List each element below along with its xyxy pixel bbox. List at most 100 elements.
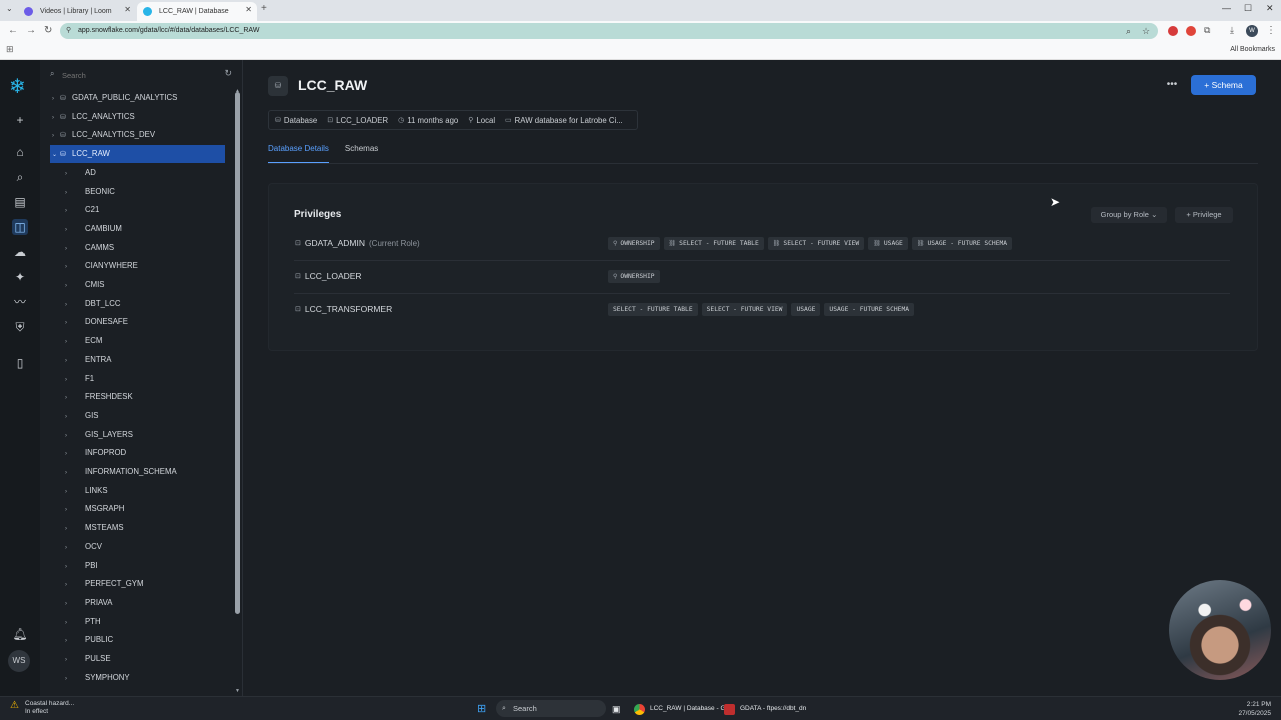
add-icon[interactable]: +: [12, 112, 28, 128]
site-info-icon[interactable]: ⚲: [66, 23, 71, 39]
forward-icon[interactable]: →: [26, 25, 36, 36]
apps-grid-icon[interactable]: ⊞: [6, 44, 14, 55]
tree-database-item[interactable]: ⌄ ⛁ LCC_RAW: [50, 145, 225, 164]
ai-icon[interactable]: ✦: [12, 269, 28, 285]
tab-schemas[interactable]: Schemas: [345, 142, 378, 164]
sidebar-toggle-icon[interactable]: ▯: [12, 355, 28, 371]
explorer-scrollbar[interactable]: [235, 92, 240, 614]
close-window-icon[interactable]: ✕: [1266, 3, 1274, 14]
monitoring-icon[interactable]: 〰: [12, 294, 28, 310]
chevron-right-icon[interactable]: ›: [65, 389, 73, 407]
extension-icon[interactable]: [1186, 26, 1196, 36]
scroll-down-arrow[interactable]: ▼: [235, 688, 240, 694]
chevron-right-icon[interactable]: ›: [65, 464, 73, 482]
role-name[interactable]: ⊡ LCC_TRANSFORMER: [295, 304, 396, 314]
cloud-icon[interactable]: ☁: [12, 244, 28, 260]
tree-schema-item[interactable]: › OCV: [65, 538, 102, 556]
search-icon[interactable]: ⌕: [12, 169, 28, 185]
taskbar-chrome-app[interactable]: LCC_RAW | Database - G: [634, 701, 726, 717]
tree-schema-item[interactable]: › DBT_LCC: [65, 295, 121, 313]
task-view-icon[interactable]: ▣: [612, 701, 621, 717]
taskbar-search[interactable]: ⌕ Search: [496, 700, 606, 717]
chevron-right-icon[interactable]: ›: [65, 539, 73, 557]
tree-schema-item[interactable]: › DONESAFE: [65, 313, 128, 331]
all-bookmarks-link[interactable]: All Bookmarks: [1230, 46, 1275, 53]
refresh-icon[interactable]: ↻: [224, 68, 232, 79]
tree-database-item[interactable]: › ⛁ LCC_ANALYTICS: [50, 108, 225, 126]
tree-schema-item[interactable]: › PULSE: [65, 650, 111, 668]
profile-avatar[interactable]: W: [1246, 25, 1258, 37]
new-tab-icon[interactable]: +: [261, 3, 267, 14]
tree-schema-item[interactable]: › INFOPROD: [65, 444, 126, 462]
chevron-right-icon[interactable]: ›: [65, 445, 73, 463]
chevron-right-icon[interactable]: ›: [52, 90, 60, 108]
chevron-right-icon[interactable]: ›: [52, 109, 60, 127]
chevron-right-icon[interactable]: ›: [65, 670, 73, 688]
explorer-search-input[interactable]: [62, 69, 212, 81]
windows-start-icon[interactable]: ⊞: [477, 702, 486, 715]
data-icon[interactable]: ◫: [12, 219, 28, 235]
chevron-right-icon[interactable]: ›: [65, 576, 73, 594]
tree-schema-item[interactable]: › PUBLIC: [65, 631, 113, 649]
tree-database-item[interactable]: › ⛁ LCC_ANALYTICS_DEV: [50, 126, 225, 144]
tree-schema-item[interactable]: › PERFECT_GYM: [65, 575, 143, 593]
chevron-right-icon[interactable]: ›: [65, 258, 73, 276]
browser-menu-icon[interactable]: ⋮: [1266, 25, 1276, 36]
admin-icon[interactable]: ⛨: [12, 319, 28, 335]
taskbar-clock[interactable]: 2:21 PM 27/05/2025: [1238, 700, 1271, 718]
tree-schema-item[interactable]: › SYMPHONY: [65, 669, 130, 687]
chevron-right-icon[interactable]: ›: [65, 483, 73, 501]
tree-schema-item[interactable]: › PRIAVA: [65, 594, 112, 612]
chevron-right-icon[interactable]: ›: [65, 427, 73, 445]
extension-icon[interactable]: [1168, 26, 1178, 36]
user-avatar[interactable]: WS: [8, 650, 30, 672]
tree-schema-item[interactable]: › CMIS: [65, 276, 105, 294]
zoom-icon[interactable]: ⌕: [1126, 23, 1131, 39]
chevron-right-icon[interactable]: ›: [65, 221, 73, 239]
chevron-right-icon[interactable]: ›: [65, 558, 73, 576]
chevron-right-icon[interactable]: ›: [65, 352, 73, 370]
tree-schema-item[interactable]: › FRESHDESK: [65, 388, 133, 406]
chevron-right-icon[interactable]: ›: [52, 127, 60, 145]
tree-schema-item[interactable]: › C21: [65, 201, 99, 219]
tree-schema-item[interactable]: › ECM: [65, 332, 102, 350]
chevron-right-icon[interactable]: ›: [65, 520, 73, 538]
snowflake-logo-icon[interactable]: ❄: [9, 74, 26, 99]
chevron-right-icon[interactable]: ›: [65, 371, 73, 389]
tree-schema-item[interactable]: › MSTEAMS: [65, 519, 124, 537]
url-field[interactable]: ⚲ app.snowflake.com/gdata/lcc/#/data/dat…: [60, 23, 1158, 39]
tree-database-item[interactable]: › ⛁ GDATA_PUBLIC_ANALYTICS: [50, 89, 225, 107]
chevron-right-icon[interactable]: ›: [65, 184, 73, 202]
taskbar-filezilla-app[interactable]: GDATA - ftpes://dbt_dn: [724, 701, 806, 717]
add-privilege-button[interactable]: + Privilege: [1175, 207, 1233, 223]
tree-schema-item[interactable]: › LINKS: [65, 482, 108, 500]
close-tab-icon[interactable]: ✕: [245, 5, 252, 14]
tree-schema-item[interactable]: › BEONIC: [65, 183, 115, 201]
role-name[interactable]: ⊡ LCC_LOADER: [295, 271, 366, 281]
chevron-right-icon[interactable]: ›: [65, 240, 73, 258]
chevron-down-icon[interactable]: ⌄: [52, 146, 60, 164]
chevron-right-icon[interactable]: ›: [65, 333, 73, 351]
chevron-right-icon[interactable]: ›: [65, 614, 73, 632]
tree-schema-item[interactable]: › PTH: [65, 613, 101, 631]
reload-icon[interactable]: ↻: [44, 25, 52, 36]
chevron-right-icon[interactable]: ›: [65, 202, 73, 220]
tree-schema-item[interactable]: › AD: [65, 164, 96, 182]
browser-tab-loom[interactable]: Videos | Library | Loom ✕: [18, 2, 136, 21]
tree-schema-item[interactable]: › PBI: [65, 557, 98, 575]
role-name[interactable]: ⊡ GDATA_ADMIN (Current Role): [295, 238, 420, 248]
home-icon[interactable]: ⌂: [12, 144, 28, 160]
tree-schema-item[interactable]: › ENTRA: [65, 351, 111, 369]
chevron-right-icon[interactable]: ›: [65, 595, 73, 613]
chevron-right-icon[interactable]: ›: [65, 501, 73, 519]
tab-database-details[interactable]: Database Details: [268, 142, 329, 164]
bookmark-star-icon[interactable]: ☆: [1142, 23, 1150, 39]
tree-schema-item[interactable]: › INFORMATION_SCHEMA: [65, 463, 177, 481]
chevron-right-icon[interactable]: ›: [65, 277, 73, 295]
tree-schema-item[interactable]: › GIS: [65, 407, 98, 425]
worksheets-icon[interactable]: ▤: [12, 194, 28, 210]
bell-icon[interactable]: 🔔︎: [12, 626, 28, 642]
chevron-right-icon[interactable]: ›: [65, 314, 73, 332]
maximize-icon[interactable]: ☐: [1244, 3, 1252, 14]
add-schema-button[interactable]: + Schema: [1191, 75, 1256, 95]
